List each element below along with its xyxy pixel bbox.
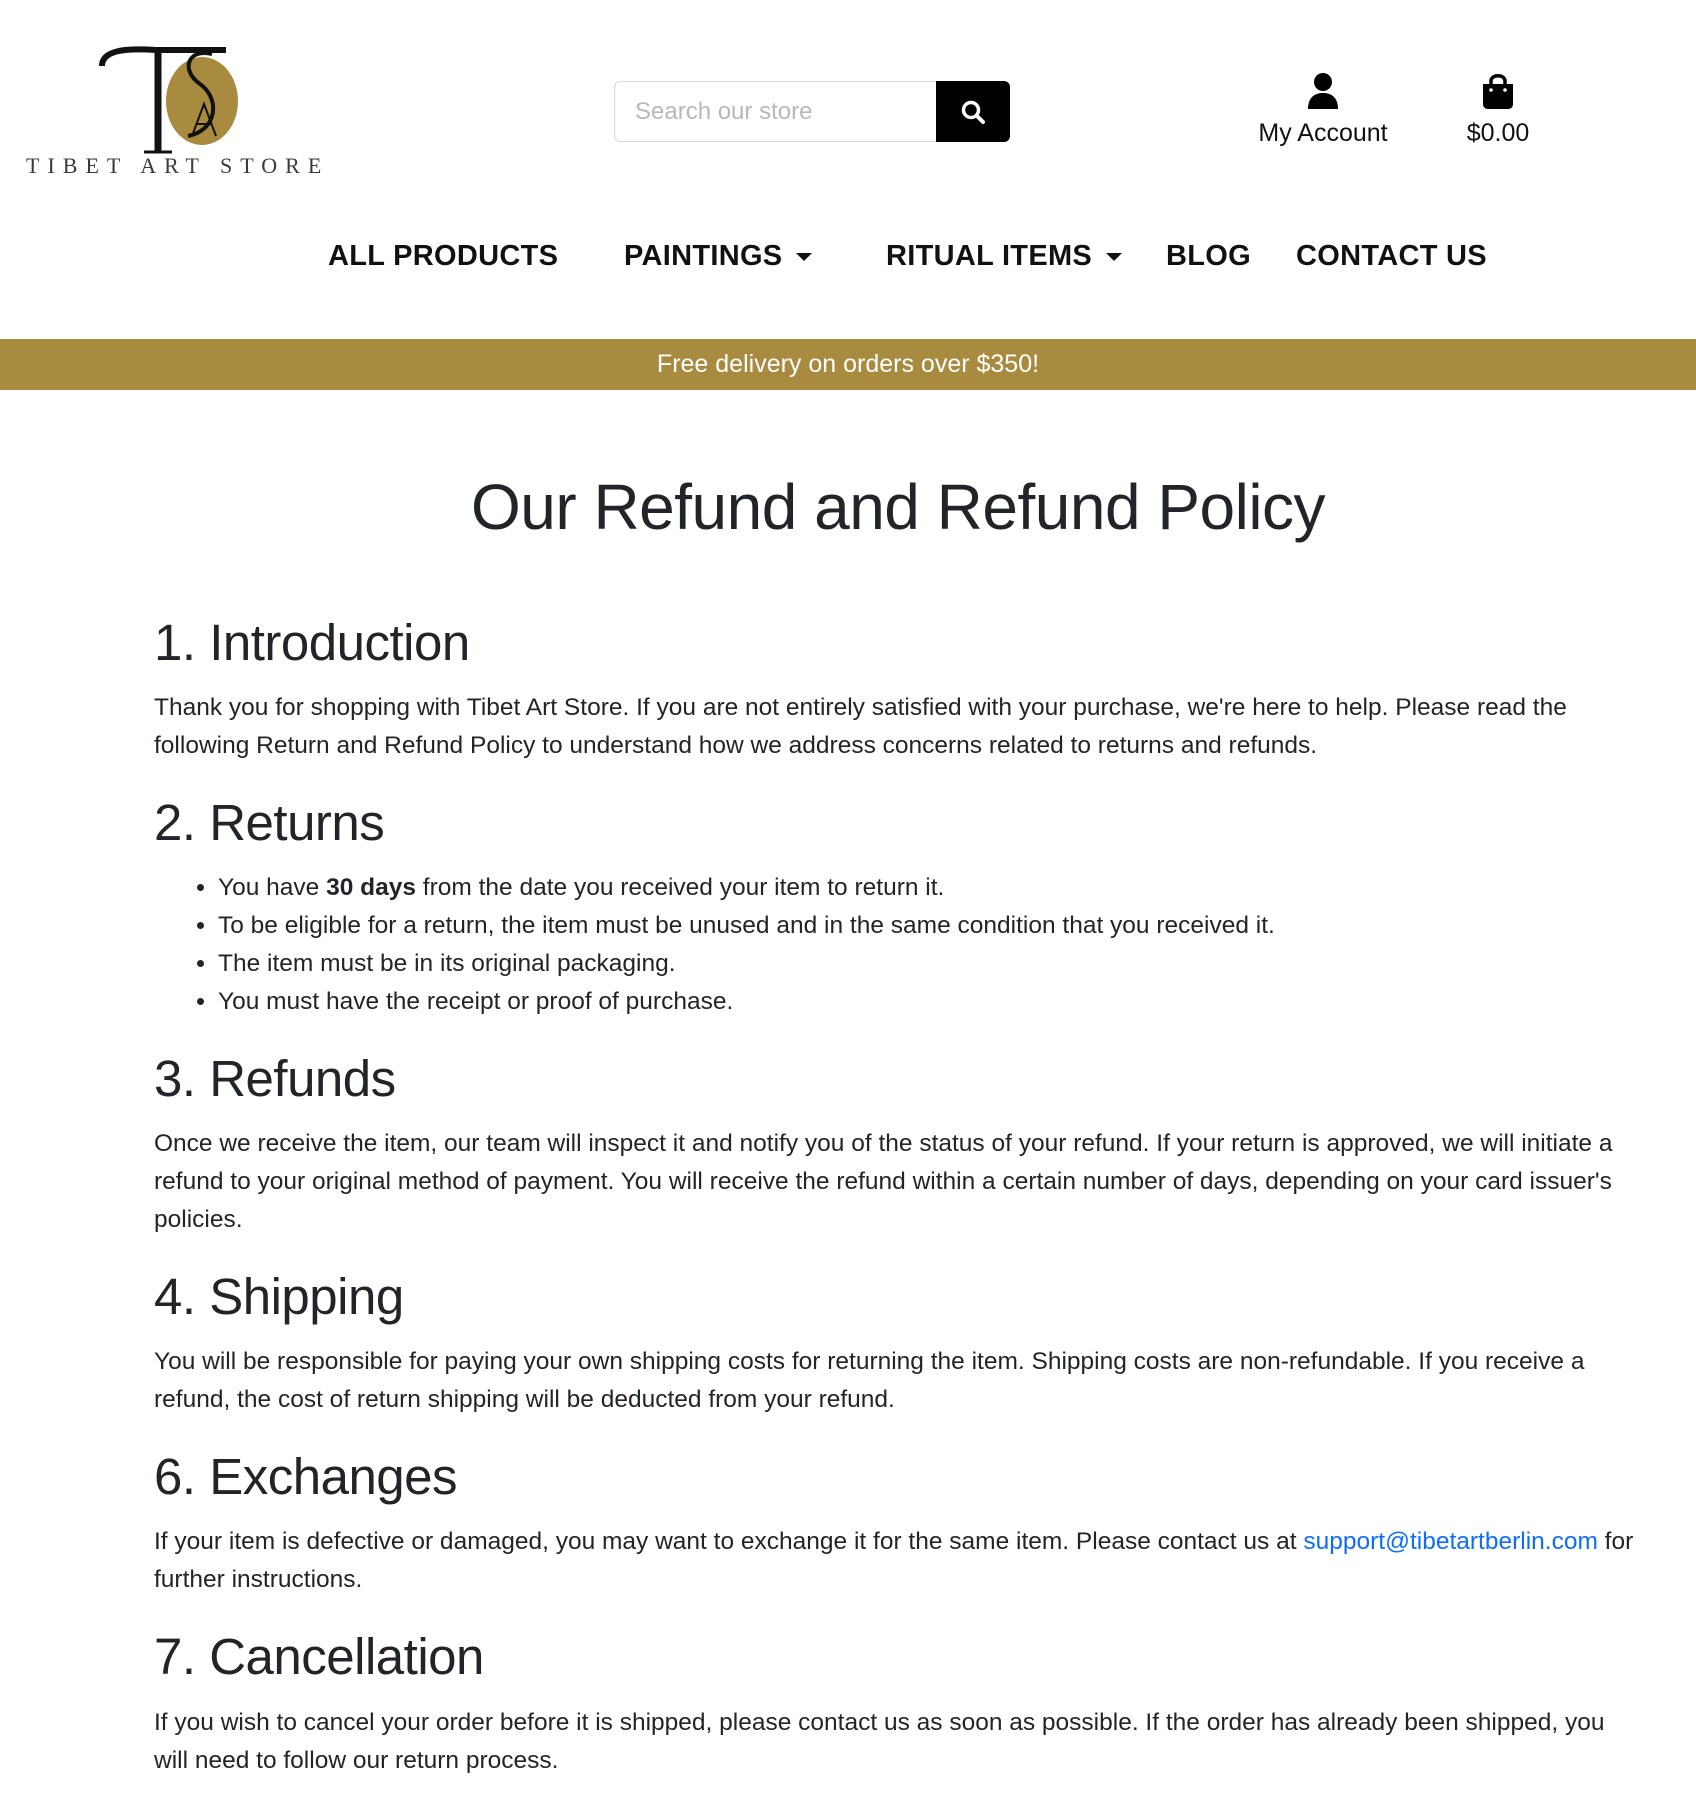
caret-down-icon <box>796 252 813 261</box>
returns-list: You have 30 days from the date you recei… <box>154 869 1634 1021</box>
store-logo[interactable]: TIBET ART STORE <box>26 40 326 190</box>
nav-label: CONTACT US <box>1296 240 1487 272</box>
section-heading-introduction: 1. Introduction <box>154 614 470 671</box>
logo-wordmark: TIBET ART STORE <box>26 153 330 178</box>
list-item: The item must be in its original packagi… <box>218 945 1634 983</box>
section-text-exchanges: If your item is defective or damaged, yo… <box>154 1528 1634 1594</box>
section-heading-exchanges: 6. Exchanges <box>154 1448 458 1506</box>
search-input[interactable] <box>614 81 936 142</box>
section-heading-refunds: 3. Refunds <box>154 1050 396 1108</box>
nav-contact-us[interactable]: CONTACT US <box>1296 240 1487 273</box>
list-item: You have 30 days from the date you recei… <box>218 869 1634 907</box>
nav-label: RITUAL ITEMS <box>886 240 1093 272</box>
nav-paintings[interactable]: PAINTINGS <box>624 240 813 273</box>
support-email-link[interactable]: support@tibetartberlin.com <box>1303 1528 1598 1555</box>
user-icon <box>1308 73 1338 109</box>
cart-total: $0.00 <box>1466 119 1530 147</box>
return-window-days: 30 days <box>326 874 416 902</box>
cart-link[interactable]: $0.00 <box>1440 72 1556 148</box>
my-account-label: My Account <box>1258 119 1388 147</box>
policy-content: 1. Introduction Thank you for shopping w… <box>154 614 1634 1810</box>
nav-label: BLOG <box>1166 240 1251 272</box>
section-text-shipping: You will be responsible for paying your … <box>154 1348 1585 1414</box>
section-text-refunds: Once we receive the item, our team will … <box>154 1130 1613 1234</box>
section-heading-shipping: 4. Shipping <box>154 1268 404 1326</box>
promo-banner-text: Free delivery on orders over $350! <box>656 350 1040 378</box>
section-heading-returns: 2. Returns <box>154 794 385 852</box>
nav-label: PAINTINGS <box>624 240 783 272</box>
shopping-bag-icon <box>1483 74 1513 109</box>
nav-blog[interactable]: BLOG <box>1166 240 1251 273</box>
section-text-cancellation: If you wish to cancel your order before … <box>154 1708 1605 1774</box>
nav-ritual-items[interactable]: RITUAL ITEMS <box>886 240 1123 273</box>
caret-down-icon <box>1106 252 1123 261</box>
page-title: Our Refund and Refund Policy <box>470 471 1326 543</box>
logo-monogram-icon <box>99 46 238 154</box>
section-text-introduction: Thank you for shopping with Tibet Art St… <box>154 694 1567 760</box>
search-bar <box>614 81 1010 142</box>
nav-all-products[interactable]: ALL PRODUCTS <box>328 240 558 273</box>
search-icon <box>961 100 985 124</box>
my-account-link[interactable]: My Account <box>1230 72 1416 148</box>
list-item: You must have the receipt or proof of pu… <box>218 983 1634 1021</box>
search-button[interactable] <box>936 81 1010 142</box>
section-heading-cancellation: 7. Cancellation <box>154 1628 484 1686</box>
promo-banner: Free delivery on orders over $350! <box>0 339 1696 390</box>
list-item: To be eligible for a return, the item mu… <box>218 907 1634 945</box>
nav-label: ALL PRODUCTS <box>328 240 559 272</box>
